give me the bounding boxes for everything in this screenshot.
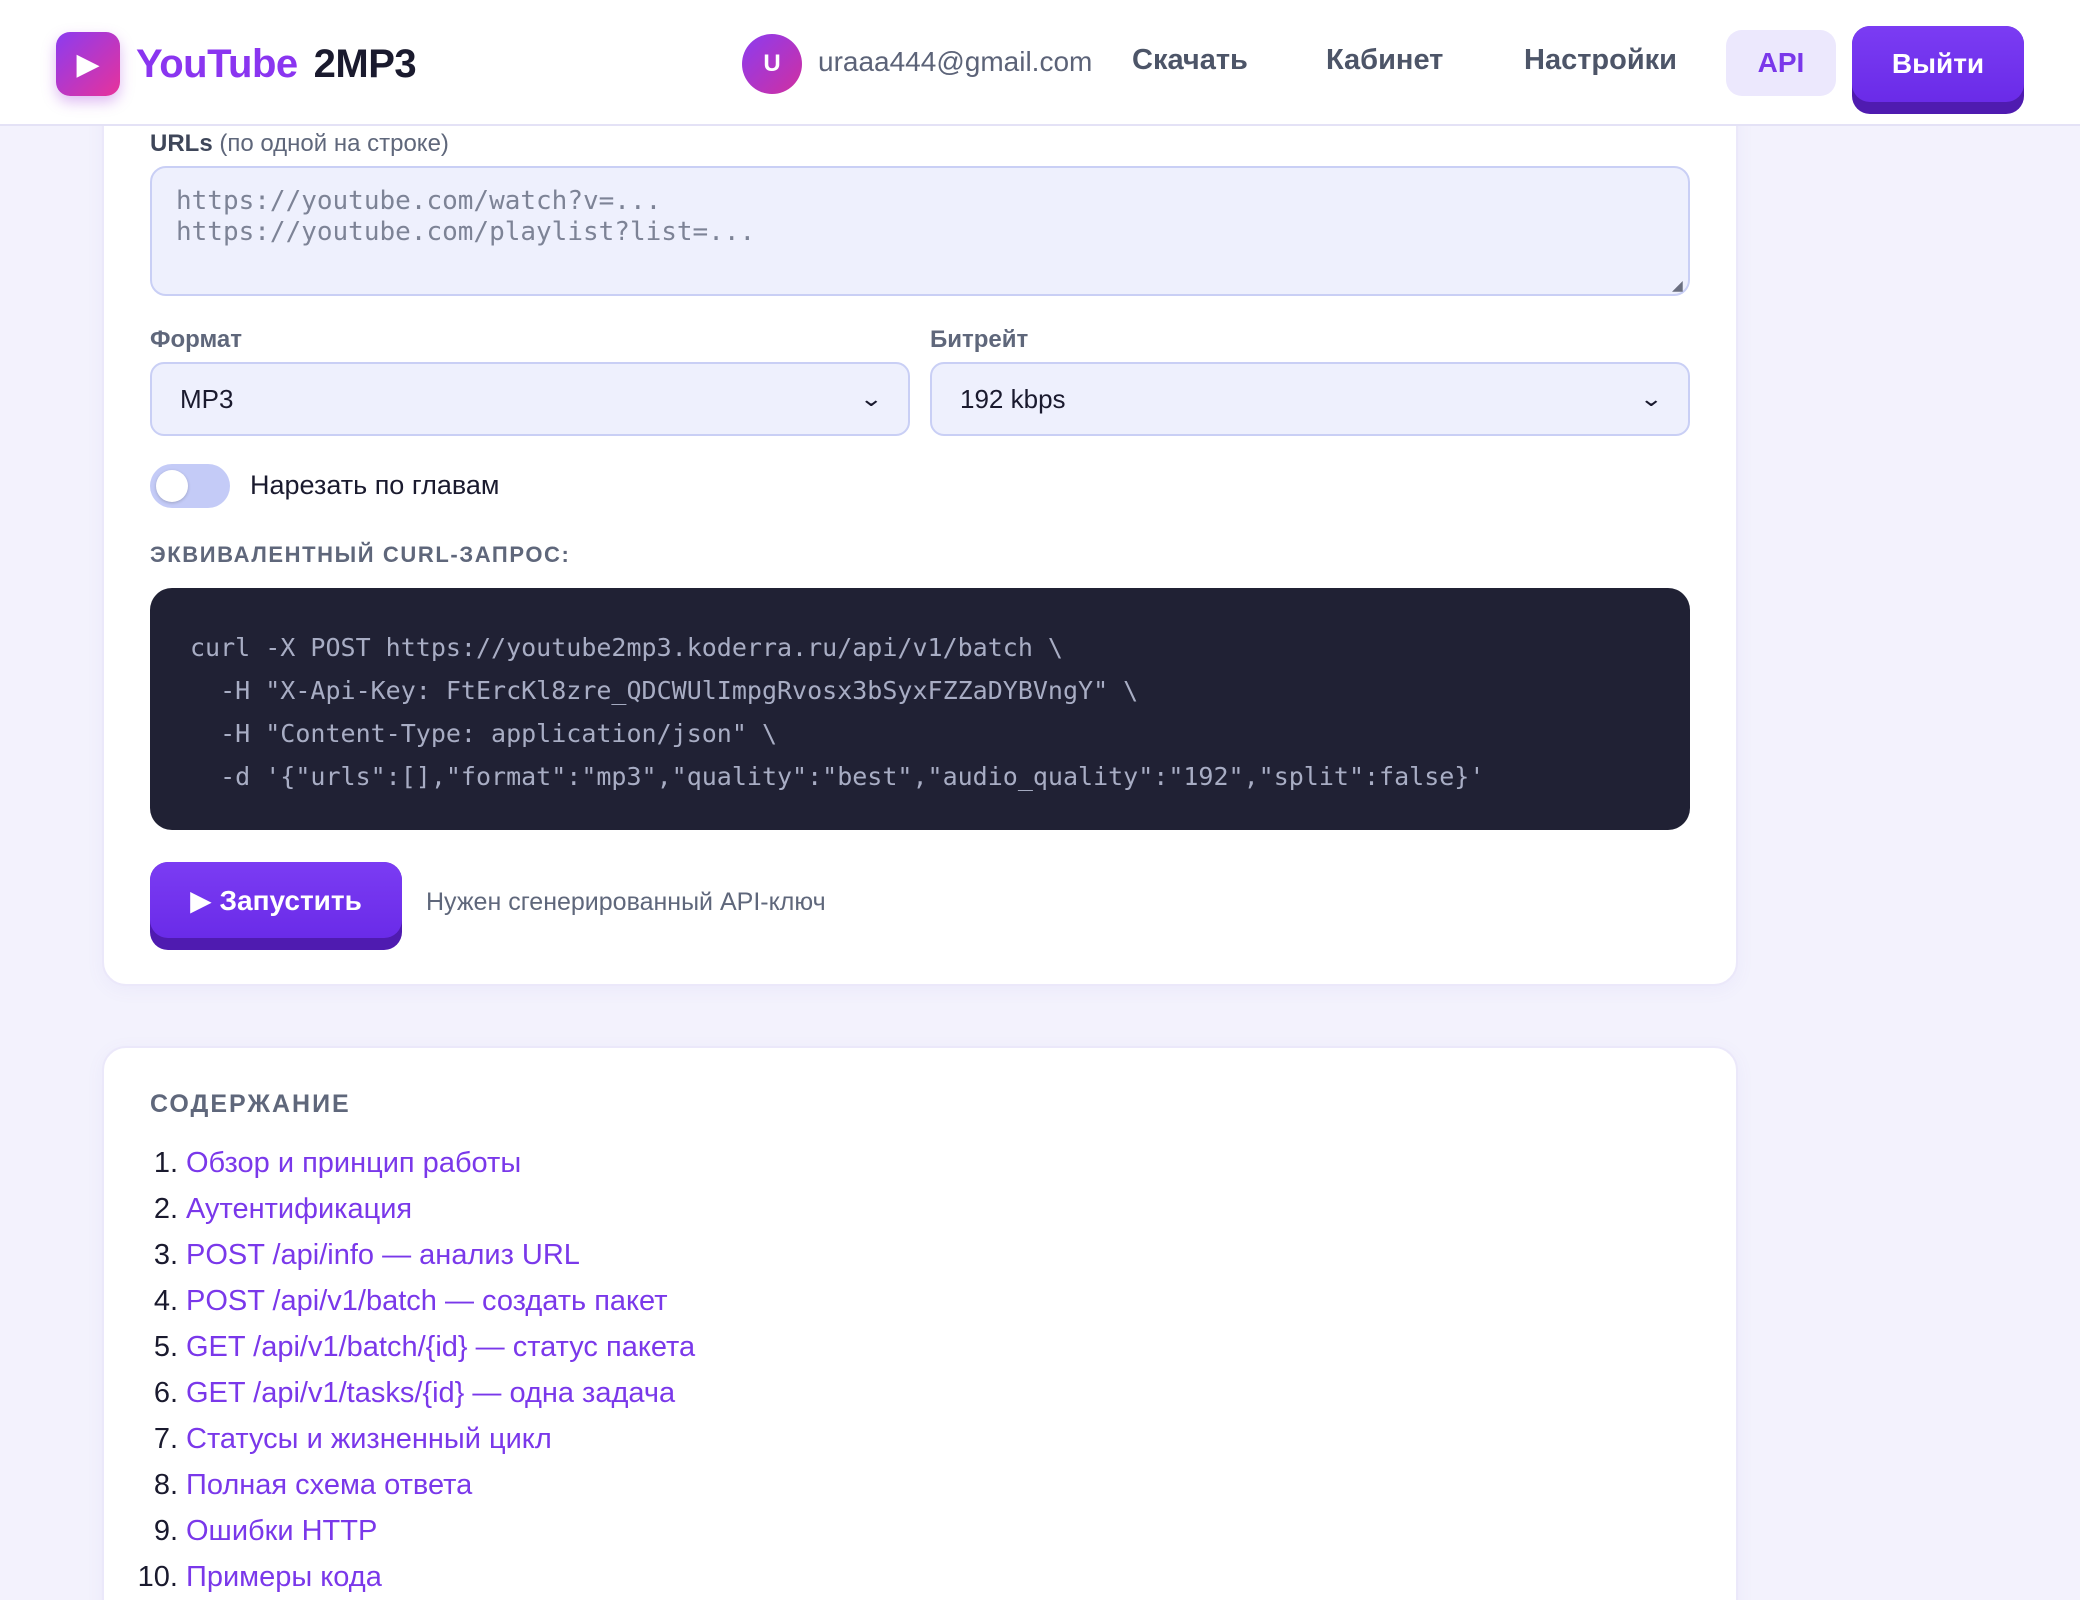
toc-title: СОДЕРЖАНИЕ [150,1090,351,1118]
toc-item-number: 9. [153,1514,178,1547]
run-button[interactable]: ▶ Запустить [150,862,402,950]
urls-label: URLs (по одной на строке) [150,130,449,158]
toc-item-number: 10. [137,1560,178,1593]
toc-item-number: 6. [153,1376,178,1409]
nav-settings[interactable]: Настройки [1524,44,1677,77]
logo-2mp3-text: 2MP3 [313,41,417,86]
toc-link[interactable]: Примеры кода [186,1561,382,1594]
toc-link[interactable]: GET /api/v1/batch/{id} — статус пакета [186,1331,695,1364]
nav-cabinet[interactable]: Кабинет [1326,44,1443,77]
toc-item-number: 2. [153,1192,178,1225]
split-chapters-toggle[interactable] [150,464,230,508]
chevron-down-icon: ⌄ [1638,386,1663,411]
toc-item: 3. POST /api/info — анализ URL [130,1232,695,1278]
logout-button[interactable]: Выйти [1852,26,2024,114]
toc-item-number: 4. [153,1284,178,1317]
toc-item: 7. Статусы и жизненный цикл [130,1416,695,1462]
run-hint: Нужен сгенерированный API-ключ [426,888,826,916]
toc-item: 6. GET /api/v1/tasks/{id} — одна задача [130,1370,695,1416]
toc-item: 8. Полная схема ответа [130,1462,695,1508]
toc-link[interactable]: GET /api/v1/tasks/{id} — одна задача [186,1377,675,1410]
toc-link[interactable]: Аутентификация [186,1193,412,1226]
toc-link[interactable]: Полная схема ответа [186,1469,472,1502]
toc-item-number: 1. [153,1146,178,1179]
toc-link[interactable]: Обзор и принцип работы [186,1147,521,1180]
logo[interactable]: YouTube 2MP3 [136,38,417,90]
toc-item: 10. Примеры кода [130,1554,695,1600]
chevron-down-icon: ⌄ [858,386,883,411]
urls-label-hint: (по одной на строке) [219,130,449,157]
nav-api[interactable]: API [1726,30,1836,96]
toc-item: 5. GET /api/v1/batch/{id} — статус пакета [130,1324,695,1370]
format-select[interactable]: MP3 ⌄ [150,362,910,436]
toggle-knob [156,470,188,502]
toc-link[interactable]: POST /api/info — анализ URL [186,1239,580,1272]
user-email: uraaa444@gmail.com [818,46,1093,77]
urls-label-bold: URLs [150,130,213,157]
play-icon[interactable]: ▶ [56,32,120,96]
split-chapters-label: Нарезать по главам [250,470,500,500]
toc-link[interactable]: POST /api/v1/batch — создать пакет [186,1285,668,1318]
toc-item: 2. Аутентификация [130,1186,695,1232]
format-label: Формат [150,326,243,353]
toc-item-number: 8. [153,1468,178,1501]
toc-link[interactable]: Статусы и жизненный цикл [186,1423,552,1456]
avatar[interactable]: U [742,34,802,94]
toc-item: 9. Ошибки HTTP [130,1508,695,1554]
toc-item-number: 7. [153,1422,178,1455]
run-button-label: ▶ Запустить [150,862,402,938]
resize-handle-icon[interactable]: ◢ [1672,278,1686,292]
toc-item-number: 5. [153,1330,178,1363]
logout-button-label: Выйти [1852,26,2024,102]
bitrate-label: Битрейт [930,326,1029,353]
toc-item: 4. POST /api/v1/batch — создать пакет [130,1278,695,1324]
bitrate-select[interactable]: 192 kbps ⌄ [930,362,1690,436]
toc-list: 1. Обзор и принцип работы 2. Аутентификаци… [130,1140,695,1600]
top-navbar: ▶ YouTube 2MP3 U uraaa444@gmail.com Скач… [0,0,2080,126]
toc-item: 1. Обзор и принцип работы [130,1140,695,1186]
toc-item-number: 3. [153,1238,178,1271]
logo-youtube-text: YouTube [136,41,298,86]
curl-section-label: ЭКВИВАЛЕНТНЫЙ CURL-ЗАПРОС: [150,542,571,567]
format-select-value: MP3 [180,383,234,414]
curl-code-block[interactable]: curl -X POST https://youtube2mp3.koderra… [150,588,1690,830]
nav-download[interactable]: Скачать [1132,44,1248,77]
toc-link[interactable]: Ошибки HTTP [186,1515,377,1548]
urls-textarea[interactable]: https://youtube.com/watch?v=... https://… [150,166,1690,296]
bitrate-select-value: 192 kbps [960,383,1066,414]
